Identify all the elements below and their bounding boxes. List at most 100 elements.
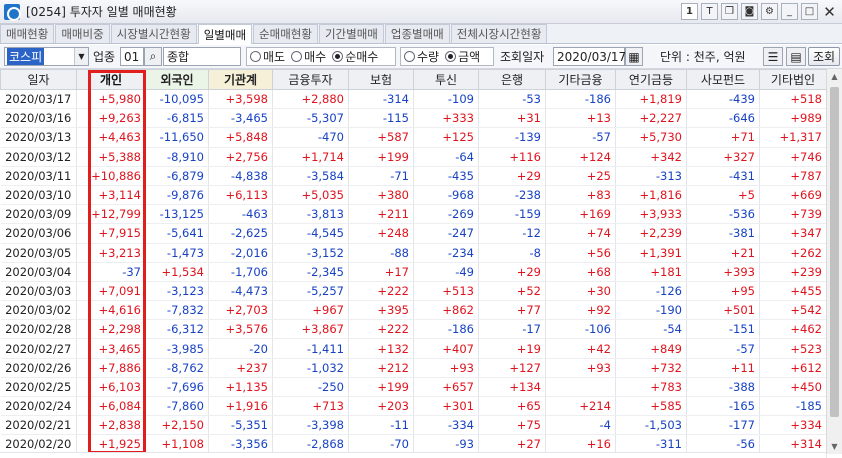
column-header[interactable]: 일자 (0, 69, 77, 90)
close-icon[interactable]: ✕ (821, 3, 838, 21)
value-cell: +2,150 (145, 415, 209, 436)
value-cell: +989 (759, 108, 827, 129)
value-cell: -49 (413, 262, 479, 282)
column-header[interactable]: 투신 (413, 69, 479, 90)
tab-5[interactable]: 기간별매매 (318, 24, 384, 43)
query-button[interactable]: 조회 (808, 47, 840, 66)
value-cell: -1,706 (208, 262, 273, 282)
table-row[interactable]: 2020/03/02 +4,616 -7,832 +2,703 +967 +395 +862… (0, 300, 827, 321)
scroll-up-icon[interactable]: ▲ (827, 69, 842, 84)
column-header[interactable]: 외국인 (145, 69, 209, 90)
value-cell: +56 (545, 243, 616, 263)
value-cell: -388 (686, 377, 760, 398)
column-header[interactable]: 기관계 (208, 69, 273, 90)
value-cell: -190 (615, 300, 687, 321)
value-cell: +203 (348, 396, 414, 417)
radio-quantity[interactable]: 수량 (404, 48, 439, 65)
maximize-icon[interactable]: □ (801, 3, 818, 20)
excel-export-icon[interactable]: ▤ (786, 47, 806, 66)
table-row[interactable]: 2020/02/26 +7,886 -8,762 +237 -1,032 +212 +93 +… (0, 358, 827, 378)
date-cell: 2020/02/28 (0, 319, 77, 340)
value-cell: -646 (686, 108, 760, 129)
tab-1[interactable]: 매매비중 (55, 24, 110, 43)
table-row[interactable]: 2020/02/24 +6,084 -7,860 +1,916 +713 +203 +301… (0, 396, 827, 417)
radio-amount-dot[interactable] (445, 51, 457, 62)
column-header[interactable]: 기타금융 (545, 69, 616, 90)
table-row[interactable]: 2020/03/17 +5,980 -10,095 +3,598 +2,880 -314-… (0, 89, 827, 110)
table-row[interactable]: 2020/03/12 +5,388 -8,910 +2,756 +1,714 +199 -6… (0, 147, 827, 167)
value-cell: -7,860 (145, 396, 209, 417)
radio-buy[interactable]: 매수 (291, 48, 326, 65)
value-cell: -151 (686, 319, 760, 340)
table-row[interactable]: 2020/03/11 +10,886 -6,879 -4,838 -3,584 -71 -4… (0, 166, 827, 186)
column-header[interactable]: 금융투자 (272, 69, 349, 90)
query-date-input[interactable]: 2020/03/17 (553, 47, 626, 66)
type-toggle-button[interactable]: T (701, 3, 718, 20)
tab-3[interactable]: 일별매매 (197, 24, 253, 44)
table-row[interactable]: 2020/03/04 -37 +1,534 -1,706 -2,345 +17 -49 +29… (0, 262, 827, 282)
value-cell: -470 (272, 127, 349, 148)
value-cell: +2,756 (208, 147, 273, 167)
column-header[interactable]: 개인 (76, 69, 146, 90)
minimize-icon[interactable]: _ (781, 3, 798, 20)
radio-amount[interactable]: 금액 (445, 48, 480, 65)
value-cell: +211 (348, 204, 414, 225)
column-header[interactable]: 은행 (478, 69, 546, 90)
column-header[interactable]: 사모펀드 (686, 69, 760, 90)
screen-number-badge[interactable]: 1 (681, 3, 698, 20)
value-cell: +75 (478, 415, 546, 436)
value-cell: +65 (478, 396, 546, 417)
table-row[interactable]: 2020/03/06 +7,915 -5,641 -2,625 -4,545 +248 -2… (0, 223, 827, 244)
value-cell: +5,848 (208, 127, 273, 148)
table-row[interactable]: 2020/02/27 +3,465 -3,985 -20 -1,411 +132 +407 +… (0, 338, 827, 359)
radio-quantity-dot[interactable] (404, 51, 415, 62)
value-cell: -8,910 (145, 147, 209, 167)
value-cell: -5,641 (145, 223, 209, 244)
table-row[interactable]: 2020/02/28 +2,298 -6,312 +3,576 +3,867 +222 -1… (0, 319, 827, 340)
calendar-icon[interactable]: ▦ (625, 47, 643, 66)
table-row[interactable]: 2020/02/21 +2,838 +2,150 -5,351 -3,398 -11 -33… (0, 415, 827, 436)
value-cell: +542 (759, 300, 827, 321)
value-cell: +6,113 (208, 185, 273, 206)
table-row[interactable]: 2020/03/03 +7,091 -3,123 -4,473 -5,257 +222 +5… (0, 281, 827, 302)
vertical-scrollbar[interactable]: ▲ ▼ (826, 69, 842, 454)
camera-icon[interactable]: ◙ (741, 3, 758, 20)
settings-icon[interactable]: ⚙ (761, 3, 778, 20)
column-header[interactable]: 기타법인 (759, 69, 827, 90)
tab-2[interactable]: 시장별시간현황 (110, 24, 197, 43)
chevron-down-icon[interactable]: ▼ (74, 48, 88, 65)
value-cell: +787 (759, 166, 827, 186)
value-cell: +783 (615, 377, 687, 398)
value-cell: +513 (413, 281, 479, 302)
scroll-down-icon[interactable]: ▼ (827, 439, 842, 454)
sector-code-input[interactable]: 01 (120, 47, 144, 66)
radio-net-buy[interactable]: 순매수 (332, 48, 378, 65)
table-header-row: 일자 개인 외국인 기관계 금융투자 보험 투신 은행 기타금융 연기금등 사모펀드 기타법인 (0, 69, 827, 90)
column-header[interactable]: 연기금등 (615, 69, 687, 90)
market-select[interactable]: 코스피 ▼ (4, 47, 89, 66)
radio-buy-dot[interactable] (291, 51, 303, 62)
radio-sell-dot[interactable] (250, 51, 261, 62)
table-row[interactable]: 2020/03/09 +12,799 -13,125 -463 -3,813 +211 -2… (0, 204, 827, 225)
copy-icon[interactable]: ❐ (721, 3, 738, 20)
radio-sell[interactable]: 매도 (250, 48, 285, 65)
radio-net-buy-dot[interactable] (332, 51, 344, 62)
table-row[interactable]: 2020/03/13 +4,463 -11,650 +5,848 -470 +587 +12… (0, 127, 827, 148)
tab-7[interactable]: 전체시장시간현황 (450, 24, 548, 43)
value-cell: +7,886 (76, 358, 146, 378)
value-cell: -269 (413, 204, 479, 225)
value-cell: -11 (348, 415, 414, 436)
table-row[interactable]: 2020/03/05 +3,213 -1,473 -2,016 -3,152 -88 -23… (0, 243, 827, 263)
table-row[interactable]: 2020/02/25 +6,103 -7,696 +1,135 -250 +199 +657… (0, 377, 827, 398)
column-header[interactable]: 보험 (348, 69, 414, 90)
tab-6[interactable]: 업종별매매 (384, 24, 450, 43)
window-controls: 1 T ❐ ◙ ⚙ _ □ ✕ (681, 3, 838, 21)
search-icon[interactable]: ⌕ (144, 47, 162, 66)
scrollbar-thumb[interactable] (830, 87, 839, 417)
value-cell: -1,503 (615, 415, 687, 436)
tab-4[interactable]: 순매매현황 (253, 24, 318, 43)
table-row[interactable]: 2020/03/10 +3,114 -9,876 +6,113 +5,035 +380 -9… (0, 185, 827, 206)
tab-0[interactable]: 매매현황 (0, 24, 55, 43)
list-view-icon[interactable]: ☰ (763, 47, 783, 66)
table-row[interactable]: 2020/03/16 +9,263 -6,815 -3,465 -5,307 -115 +3… (0, 108, 827, 129)
